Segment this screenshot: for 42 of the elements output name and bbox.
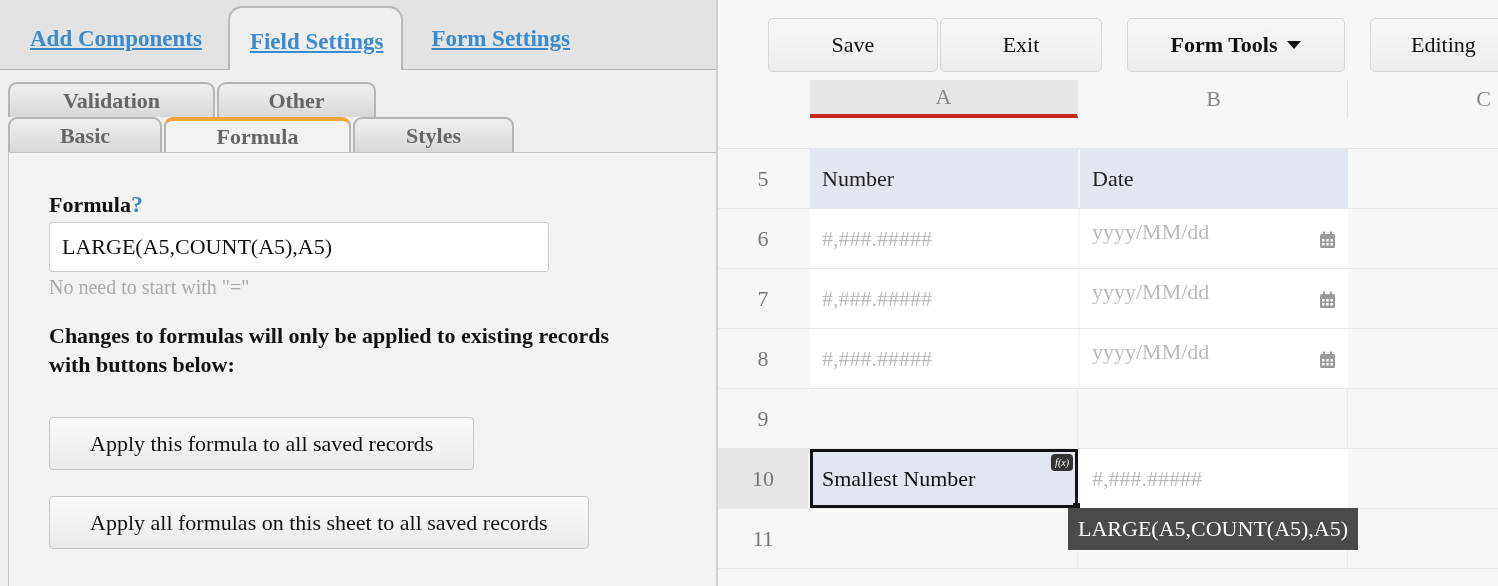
sub-tab[interactable]: Validation (8, 82, 215, 117)
help-icon[interactable]: ? (130, 191, 143, 218)
row-number: 9 (756, 404, 770, 433)
row-number: 10 (718, 449, 808, 508)
formula-cell[interactable]: Smallest Number f(x) (810, 449, 1078, 508)
formula-field[interactable]: LARGE(A5,COUNT(A5),A5) (49, 222, 549, 272)
row-number: 6 (756, 224, 770, 253)
row-number: 11 (751, 524, 775, 553)
cell-text: Smallest Number (822, 465, 976, 492)
toolbar-button[interactable]: Editing (1370, 18, 1498, 72)
apply-button[interactable]: Apply this formula to all saved records (49, 417, 475, 470)
calendar-icon[interactable] (1319, 291, 1336, 309)
sub-tab[interactable]: Other (217, 82, 376, 117)
field-label: Formula (49, 192, 131, 218)
sub-tab[interactable]: Formula (164, 117, 351, 152)
column-header[interactable]: B (1080, 80, 1348, 118)
date-placeholder: yyyy/MM/dd (1092, 219, 1210, 245)
column-header[interactable]: C (1350, 80, 1498, 118)
header-cell[interactable]: Number (810, 149, 1078, 208)
formula-badge: f(x) (1051, 454, 1073, 471)
row-number: 5 (756, 164, 770, 193)
note-text: Changes to formulas will only be applied to existing records with buttons below: (49, 322, 609, 379)
hint-text: No need to start with "=" (49, 276, 250, 299)
header-cell[interactable]: Date (1080, 149, 1348, 208)
caret-icon (1287, 41, 1302, 49)
column-header[interactable]: A (810, 80, 1078, 118)
row-number: 7 (756, 284, 770, 313)
panel-tab[interactable]: Add Components (8, 6, 222, 70)
sub-tab[interactable]: Styles (353, 117, 514, 152)
toolbar-button[interactable]: Save (768, 18, 938, 72)
panel-tab[interactable]: Form Settings (409, 6, 591, 70)
panel-tab[interactable]: Field Settings (227, 6, 404, 70)
row-number: 8 (756, 344, 770, 373)
toolbar-button[interactable]: Form Tools (1127, 18, 1345, 72)
sub-tab[interactable]: Basic (8, 117, 162, 152)
apply-button[interactable]: Apply all formulas on this sheet to all saved records (49, 496, 589, 549)
calendar-icon[interactable] (1319, 351, 1336, 369)
formula-tooltip: LARGE(A5,COUNT(A5),A5) (1068, 508, 1359, 550)
calendar-icon[interactable] (1319, 231, 1336, 249)
date-placeholder: yyyy/MM/dd (1092, 339, 1210, 365)
toolbar-button[interactable]: Exit (940, 18, 1102, 72)
date-placeholder: yyyy/MM/dd (1092, 279, 1210, 305)
